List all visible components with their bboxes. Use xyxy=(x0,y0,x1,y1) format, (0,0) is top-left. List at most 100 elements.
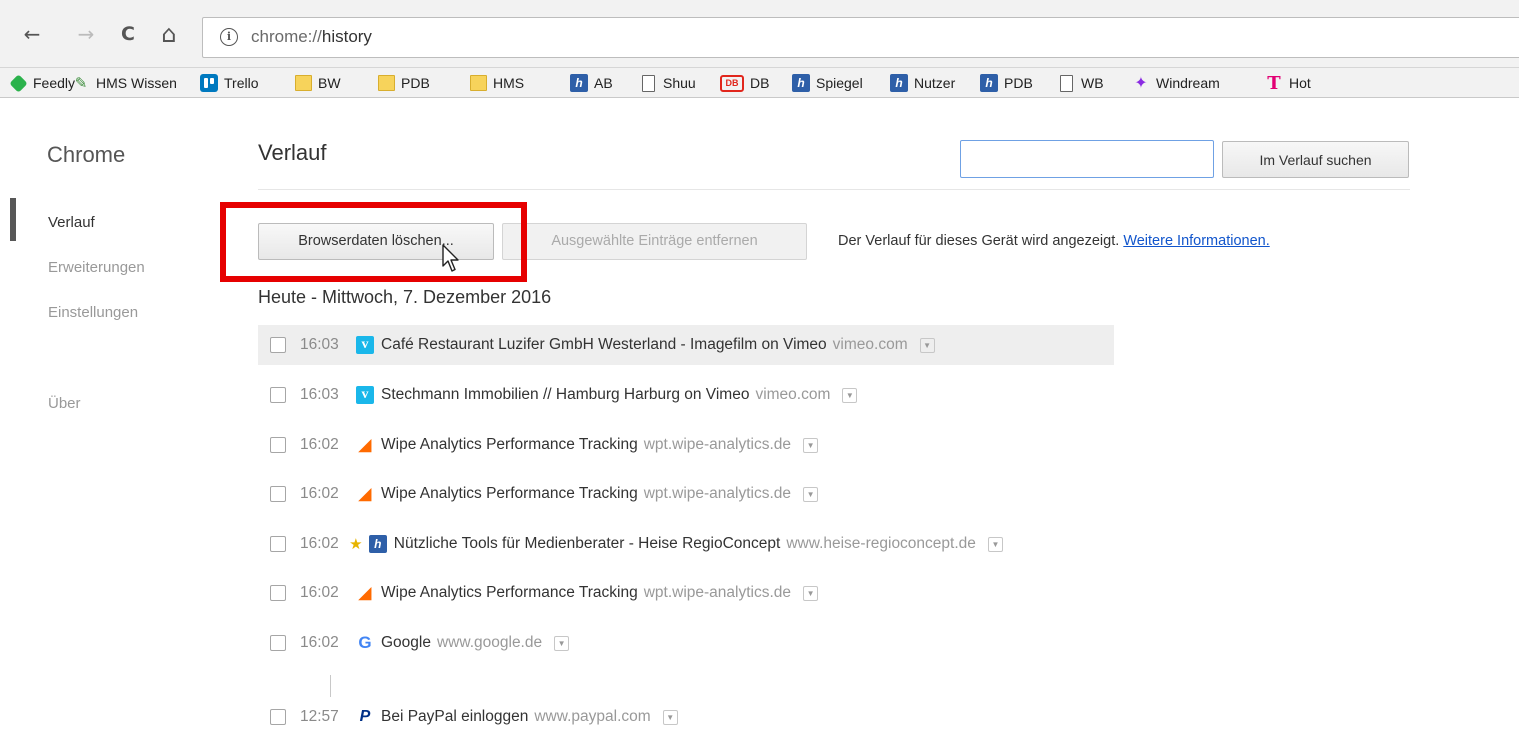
bookmark-db[interactable]: DB DB xyxy=(720,72,769,94)
entry-checkbox[interactable] xyxy=(270,635,286,651)
entry-title-link[interactable]: Café Restaurant Luzifer GmbH Westerland … xyxy=(381,336,827,354)
bookmark-wb[interactable]: WB xyxy=(1058,72,1104,94)
history-search-input[interactable] xyxy=(960,140,1214,178)
heise-icon: h xyxy=(890,74,908,92)
sidebar-item-einstellungen[interactable]: Einstellungen xyxy=(48,304,138,321)
history-entry[interactable]: 16:02 ◢ Wipe Analytics Performance Track… xyxy=(258,425,1114,465)
back-arrow-icon[interactable]: ← xyxy=(20,22,44,46)
entry-menu-icon[interactable]: ▼ xyxy=(554,635,570,651)
feedly-icon xyxy=(9,73,28,93)
telekom-icon: T xyxy=(1267,72,1281,94)
title-divider xyxy=(258,189,1410,190)
bookmark-folder-pdb[interactable]: PDB xyxy=(378,72,430,94)
heise-icon: h xyxy=(570,74,588,92)
entry-time: 16:02 xyxy=(300,584,339,601)
bookmark-label: Spiegel xyxy=(816,75,863,91)
bookmark-windream[interactable]: ✦ Windream xyxy=(1132,72,1220,94)
entry-title-link[interactable]: Wipe Analytics Performance Tracking xyxy=(381,436,638,454)
history-entry[interactable]: 16:02 ◢ Wipe Analytics Performance Track… xyxy=(258,573,1114,613)
history-entry[interactable]: 16:02 ★ h Nützliche Tools für Medienbera… xyxy=(258,524,1158,564)
entry-menu-icon[interactable]: ▼ xyxy=(662,709,678,725)
entry-title-link[interactable]: Wipe Analytics Performance Tracking xyxy=(381,584,638,602)
home-icon[interactable]: ⌂ xyxy=(157,20,181,48)
sidebar-title: Chrome xyxy=(47,142,126,167)
bookmark-folder-hms[interactable]: HMS xyxy=(470,72,524,94)
entry-checkbox[interactable] xyxy=(270,437,286,453)
bookmark-feedly[interactable]: Feedly xyxy=(9,72,75,94)
entry-checkbox[interactable] xyxy=(270,387,286,403)
entry-time: 12:57 xyxy=(300,708,339,725)
date-heading: Heute - Mittwoch, 7. Dezember 2016 xyxy=(258,287,552,307)
mouse-cursor-icon xyxy=(442,244,459,272)
bookmark-label: Hot xyxy=(1289,75,1311,91)
address-bar[interactable]: i chrome://history xyxy=(202,17,1519,58)
star-icon[interactable]: ★ xyxy=(345,535,367,553)
bookmark-spiegel[interactable]: h Spiegel xyxy=(792,72,863,94)
entry-menu-icon[interactable]: ▼ xyxy=(803,437,819,453)
entry-title-link[interactable]: Nützliche Tools für Medienberater - Heis… xyxy=(394,535,781,553)
entry-domain: wpt.wipe-analytics.de xyxy=(643,485,792,502)
entry-domain: www.paypal.com xyxy=(534,708,651,725)
sidebar-item-ueber[interactable]: Über xyxy=(48,395,81,412)
entry-title-link[interactable]: Bei PayPal einloggen xyxy=(381,708,528,726)
entry-time: 16:02 xyxy=(300,485,339,502)
reload-icon[interactable]: C xyxy=(116,22,140,46)
folder-icon xyxy=(295,75,312,91)
vimeo-icon: v xyxy=(356,386,374,404)
entry-menu-icon[interactable]: ▼ xyxy=(842,387,858,403)
entry-menu-icon[interactable]: ▼ xyxy=(987,536,1003,552)
bookmark-label: Nutzer xyxy=(914,75,956,91)
windream-icon: ✦ xyxy=(1134,75,1148,92)
entry-menu-icon[interactable]: ▼ xyxy=(803,486,819,502)
entry-menu-icon[interactable]: ▼ xyxy=(919,337,935,353)
entry-menu-icon[interactable]: ▼ xyxy=(803,585,819,601)
url-scheme: chrome:// xyxy=(251,27,322,46)
entry-time: 16:02 xyxy=(300,436,339,453)
bookmark-pdb-2[interactable]: h PDB xyxy=(980,72,1033,94)
wipe-analytics-icon: ◢ xyxy=(358,585,372,602)
history-entry[interactable]: 16:02 ◢ Wipe Analytics Performance Track… xyxy=(258,474,1114,514)
bookmark-label: HMS Wissen xyxy=(96,75,177,91)
bookmark-hms-wissen[interactable]: ✎ HMS Wissen xyxy=(72,72,177,94)
heise-icon: h xyxy=(792,74,810,92)
bookmark-ab[interactable]: h AB xyxy=(570,72,613,94)
time-gap-divider xyxy=(330,675,331,697)
heise-icon: h xyxy=(980,74,998,92)
history-entry[interactable]: 16:02 G Google www.google.de ▼ xyxy=(258,623,1114,663)
history-entry[interactable]: 16:03 v Stechmann Immobilien // Hamburg … xyxy=(258,375,1114,415)
entry-checkbox[interactable] xyxy=(270,337,286,353)
info-icon[interactable]: i xyxy=(220,28,238,46)
entry-checkbox[interactable] xyxy=(270,585,286,601)
entry-checkbox[interactable] xyxy=(270,486,286,502)
paypal-icon: P xyxy=(359,708,371,725)
more-info-link[interactable]: Weitere Informationen. xyxy=(1123,233,1269,249)
entry-title-link[interactable]: Stechmann Immobilien // Hamburg Harburg … xyxy=(381,386,749,404)
entry-time: 16:03 xyxy=(300,386,339,403)
bookmark-label: Trello xyxy=(224,75,259,91)
history-entry[interactable]: 16:03 v Café Restaurant Luzifer GmbH Wes… xyxy=(258,325,1114,365)
bookmark-label: BW xyxy=(318,75,341,91)
entry-title-link[interactable]: Google xyxy=(381,634,431,652)
bookmark-folder-bw[interactable]: BW xyxy=(295,72,341,94)
sidebar-item-verlauf[interactable]: Verlauf xyxy=(48,214,95,231)
remove-selected-button[interactable]: Ausgewählte Einträge entfernen xyxy=(502,223,807,260)
vimeo-icon: v xyxy=(356,336,374,354)
folder-icon xyxy=(378,75,395,91)
bookmark-shuu[interactable]: Shuu xyxy=(640,72,696,94)
bookmarks-bar: Feedly ✎ HMS Wissen Trello BW PDB HMS h AB… xyxy=(0,68,1519,98)
bookmark-hot[interactable]: T Hot xyxy=(1265,72,1311,94)
heise-icon: h xyxy=(368,535,387,553)
history-entry[interactable]: 12:57 P Bei PayPal einloggen www.paypal.… xyxy=(258,697,1114,737)
bookmark-trello[interactable]: Trello xyxy=(200,72,259,94)
wipe-analytics-icon: ◢ xyxy=(358,437,372,454)
device-info-text: Der Verlauf für dieses Gerät wird angeze… xyxy=(838,233,1270,249)
forward-arrow-icon[interactable]: → xyxy=(74,22,98,46)
entry-time: 16:03 xyxy=(300,336,339,353)
sidebar-item-erweiterungen[interactable]: Erweiterungen xyxy=(48,259,145,276)
entry-checkbox[interactable] xyxy=(270,536,286,552)
entry-checkbox[interactable] xyxy=(270,709,286,725)
entry-title-link[interactable]: Wipe Analytics Performance Tracking xyxy=(381,485,638,503)
entry-domain: vimeo.com xyxy=(832,336,908,353)
bookmark-nutzer[interactable]: h Nutzer xyxy=(890,72,955,94)
search-history-button[interactable]: Im Verlauf suchen xyxy=(1222,141,1409,178)
